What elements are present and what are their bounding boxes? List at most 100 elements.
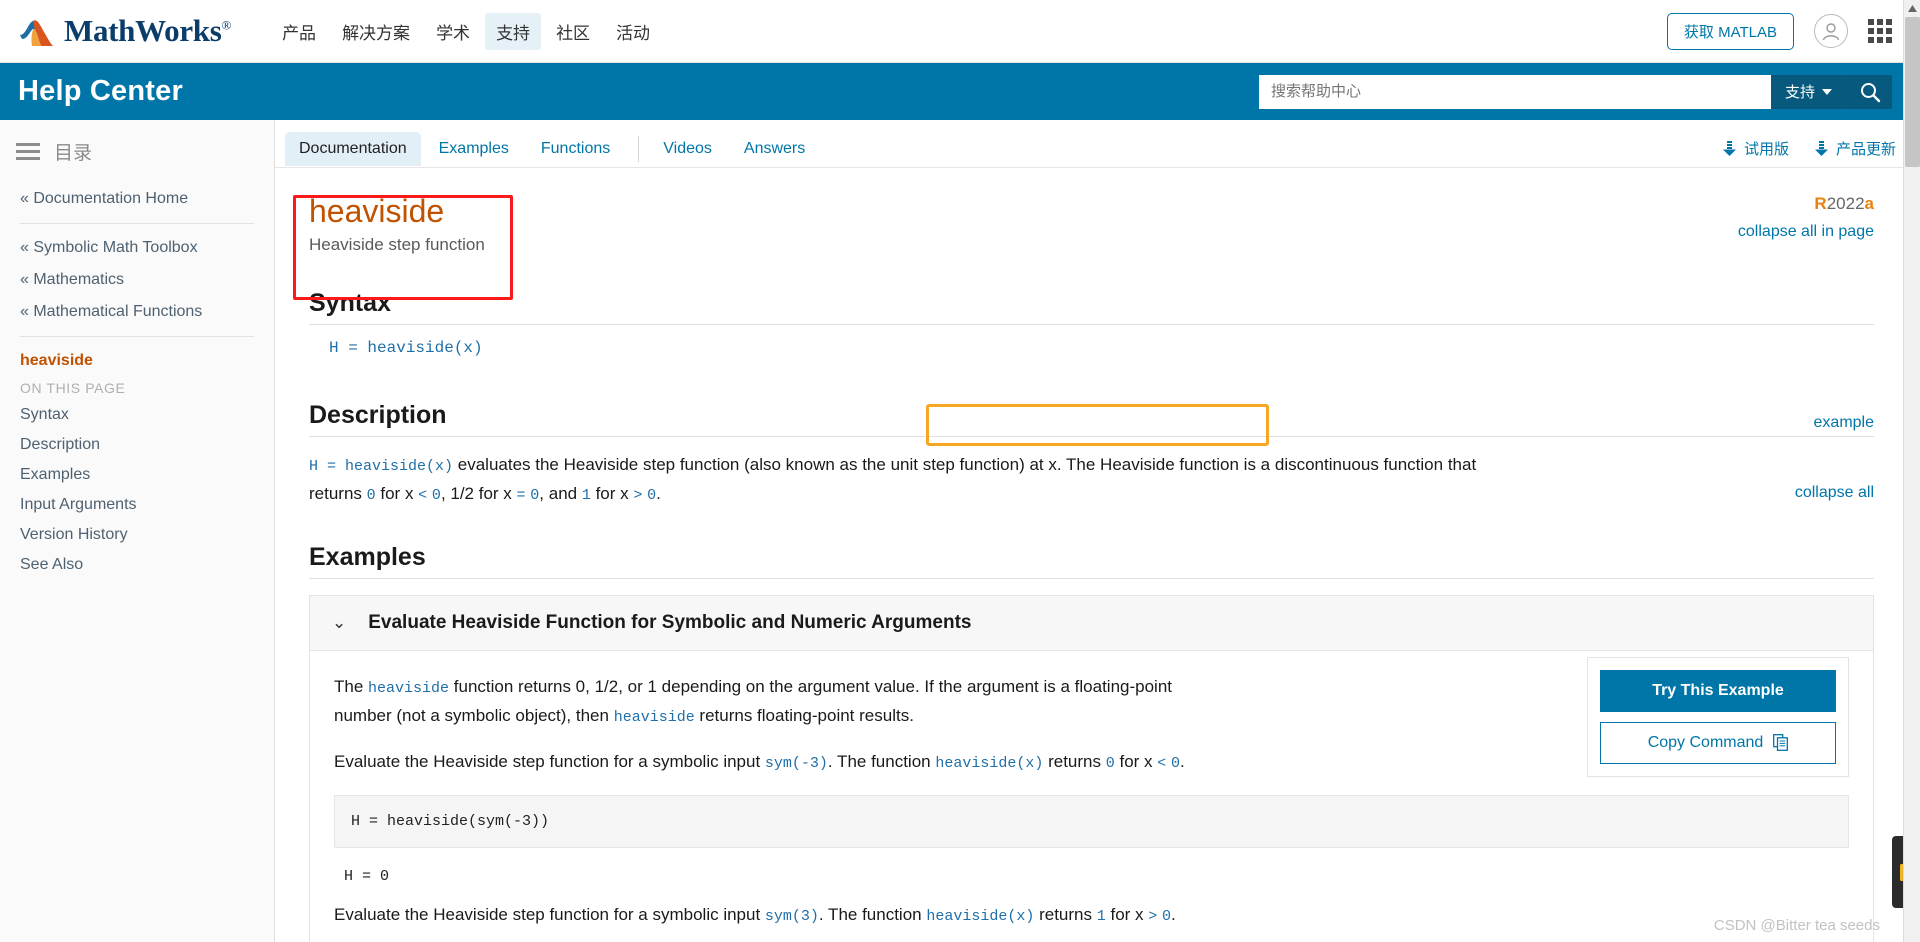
desc-text-5: , 1/2 for x (440, 484, 517, 504)
ex-p3-code-3: 1 (1096, 908, 1106, 926)
ex-p3-code-5: 0 (1162, 908, 1172, 926)
sidebar-item-symbolic-math-toolbox[interactable]: « Symbolic Math Toolbox (20, 232, 254, 264)
nav-link-community[interactable]: 社区 (545, 13, 601, 50)
release-badge: R2022a (1814, 194, 1874, 213)
sidebar-divider-1 (20, 223, 254, 224)
example-card-header[interactable]: ⌄ Evaluate Heaviside Function for Symbol… (310, 595, 1873, 651)
tab-answers[interactable]: Answers (730, 132, 819, 166)
ex-p3-c: returns (1034, 905, 1097, 925)
top-nav-actions: 获取 MATLAB (1666, 12, 1892, 50)
ex-p2-c: returns (1043, 752, 1106, 772)
example-output-block-1: H = 0 (344, 868, 390, 886)
example-code-block-1[interactable]: H = heaviside(sym(-3)) (334, 795, 1849, 849)
trial-download-link[interactable]: 试用版 (1722, 138, 1789, 159)
tab-examples[interactable]: Examples (425, 132, 523, 166)
example-paragraph-3: Evaluate the Heaviside step function for… (334, 901, 1234, 930)
try-this-example-button[interactable]: Try This Example (1600, 669, 1836, 712)
tab-functions[interactable]: Functions (527, 132, 624, 166)
ex-p3-a: Evaluate the Heaviside step function for… (334, 905, 765, 925)
search-input[interactable] (1258, 74, 1771, 109)
sidebar-anchor-see-also[interactable]: See Also (20, 550, 254, 580)
tab-videos[interactable]: Videos (649, 132, 726, 166)
ex-p3-code-4: > (1148, 908, 1158, 926)
main-content: Documentation Examples Functions Videos … (275, 120, 1920, 942)
mathworks-logo[interactable]: MathWorks® (18, 13, 231, 49)
search-area: 支持 (1258, 74, 1892, 109)
ex-p2-code-5: 0 (1171, 755, 1181, 773)
toc-toggle[interactable]: 目录 (0, 138, 274, 183)
release-column: R2022a collapse all in page (1724, 194, 1874, 243)
tab-documentation[interactable]: Documentation (285, 131, 421, 166)
primary-nav-links: 产品 解决方案 学术 支持 社区 活动 (271, 12, 661, 50)
examples-heading: Examples (309, 543, 1874, 579)
ex-p1-c: returns floating-point results. (694, 705, 914, 725)
example-title: Evaluate Heaviside Function for Symbolic… (368, 611, 972, 633)
ex-p3-f: . (1171, 905, 1176, 925)
example-card-body: Try This Example Copy Command The heavis… (310, 651, 1873, 942)
page-subtitle: Heaviside step function (309, 235, 485, 255)
syntax-block: H = heaviside(x) (309, 325, 1874, 367)
nav-link-academia[interactable]: 学术 (425, 13, 481, 50)
collapse-all-link[interactable]: collapse all (1795, 484, 1874, 502)
desc-code-eq: = (516, 487, 526, 505)
ex-p2-a: Evaluate the Heaviside step function for… (334, 752, 765, 772)
sidebar-anchor-version-history[interactable]: Version History (20, 520, 254, 550)
hamburger-menu-icon (16, 143, 40, 160)
article-titles: heaviside Heaviside step function (309, 193, 485, 255)
tab-divider (638, 135, 640, 162)
sidebar-nav: « Documentation Home « Symbolic Math Too… (0, 183, 274, 580)
ex-p2-code-1: sym(-3) (764, 755, 828, 773)
product-updates-label: 产品更新 (1835, 141, 1896, 158)
sidebar-item-mathematical-functions[interactable]: « Mathematical Functions (20, 296, 254, 328)
nav-link-solutions[interactable]: 解决方案 (331, 13, 421, 50)
ex-p2-code-4: < (1157, 755, 1167, 773)
description-paragraph: H = heaviside(x) evaluates the Heaviside… (309, 451, 1489, 509)
ex-p3-code-2: heaviside(x) (926, 908, 1035, 926)
ex-p1-code-1: heaviside (368, 679, 450, 697)
nav-link-support[interactable]: 支持 (485, 12, 542, 50)
syntax-heading: Syntax (309, 289, 1874, 326)
help-center-title: Help Center (18, 75, 183, 107)
example-paragraph-2: Evaluate the Heaviside step function for… (334, 748, 1234, 777)
sidebar-item-documentation-home[interactable]: « Documentation Home (20, 183, 254, 215)
search-scope-dropdown[interactable]: 支持 (1770, 74, 1846, 109)
user-account-icon[interactable] (1814, 14, 1848, 48)
scrollbar-thumb[interactable] (1905, 17, 1920, 167)
watermark-text: CSDN @Bitter tea seeds (1713, 917, 1880, 934)
desc-text-10: . (656, 484, 661, 504)
ex-p2-code-2: heaviside(x) (935, 755, 1044, 773)
sidebar-anchor-examples[interactable]: Examples (20, 460, 254, 490)
sidebar: 目录 « Documentation Home « Symbolic Math … (0, 120, 275, 942)
search-icon (1860, 82, 1880, 102)
desc-code-zero: 0 (366, 487, 376, 505)
page-title: heaviside (309, 193, 445, 229)
get-matlab-button[interactable]: 获取 MATLAB (1666, 12, 1794, 50)
nav-link-events[interactable]: 活动 (605, 13, 661, 50)
search-scope-label: 支持 (1784, 84, 1815, 101)
download-icon (1814, 141, 1828, 156)
page-scrollbar[interactable] (1903, 0, 1920, 942)
app-grid-icon[interactable] (1868, 19, 1892, 43)
collapse-all-in-page-link[interactable]: collapse all in page (1724, 222, 1874, 243)
top-navigation-bar: MathWorks® 产品 解决方案 学术 支持 社区 活动 获取 MATLAB (0, 0, 1920, 63)
ex-p3-code-1: sym(3) (764, 908, 819, 926)
copy-icon (1773, 734, 1789, 752)
product-updates-link[interactable]: 产品更新 (1814, 138, 1896, 159)
search-submit-button[interactable] (1846, 74, 1892, 109)
sidebar-anchor-input-arguments[interactable]: Input Arguments (20, 490, 254, 520)
nav-link-products[interactable]: 产品 (271, 13, 327, 50)
description-example-link[interactable]: example (1814, 414, 1874, 432)
chevron-down-icon (1822, 88, 1832, 95)
desc-code-zero-4: 0 (647, 487, 657, 505)
sidebar-divider-2 (20, 336, 254, 337)
scroll-up-arrow[interactable] (1904, 0, 1920, 17)
ex-p1-code-2: heaviside (613, 708, 695, 726)
sidebar-anchor-description[interactable]: Description (20, 430, 254, 460)
sidebar-item-mathematics[interactable]: « Mathematics (20, 264, 254, 296)
ex-p2-code-3: 0 (1105, 755, 1115, 773)
desc-code-lt: < (418, 487, 428, 505)
ex-p2-b: . The function (827, 752, 936, 772)
sidebar-anchor-syntax[interactable]: Syntax (20, 400, 254, 430)
copy-command-button[interactable]: Copy Command (1600, 721, 1836, 764)
desc-text-1: evaluates the Heaviside step function (a… (453, 455, 1067, 475)
